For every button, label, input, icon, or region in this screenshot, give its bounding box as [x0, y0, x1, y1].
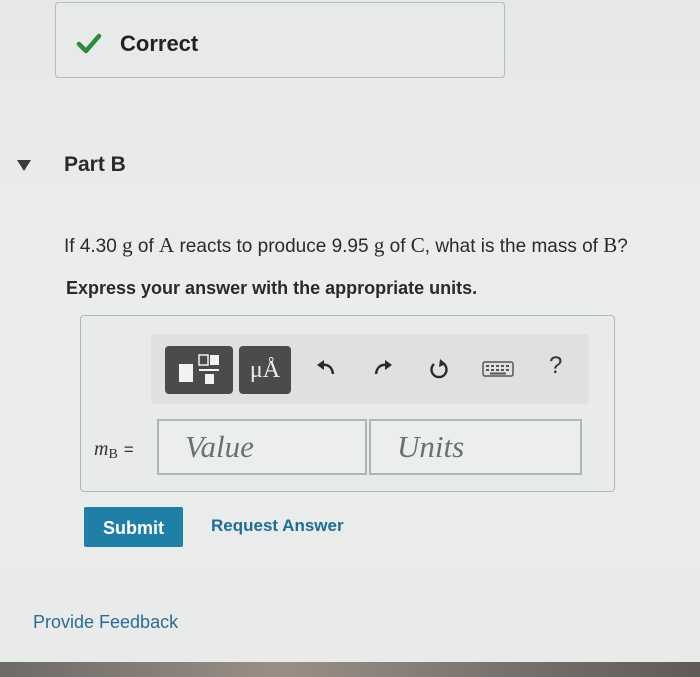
question-text-6: ? — [617, 236, 628, 257]
variable-m: m — [94, 438, 109, 460]
provide-feedback-link[interactable]: Provide Feedback — [33, 612, 178, 633]
question-text-1: If 4.30 — [64, 236, 117, 257]
answer-variable-label: mB = — [94, 438, 134, 463]
value-input[interactable] — [157, 419, 367, 475]
templates-button[interactable] — [165, 346, 233, 394]
submit-button[interactable]: Submit — [84, 507, 183, 547]
correct-label: Correct — [120, 31, 199, 56]
part-title[interactable]: Part B — [64, 153, 126, 177]
compound-c: C — [410, 233, 425, 257]
question-text-2: of — [137, 236, 154, 257]
math-toolbar: μÅ ? — [151, 334, 589, 404]
unit-g-2: g — [373, 233, 385, 257]
question-text-4: of — [389, 236, 406, 257]
screen-bottom-edge — [0, 662, 700, 677]
check-icon — [76, 33, 102, 54]
equals-sign: = — [123, 440, 134, 459]
question-text-5: , what is the mass of — [424, 236, 598, 257]
reset-icon[interactable] — [428, 356, 450, 380]
instruction-text: Express your answer with the appropriate… — [66, 278, 478, 298]
unit-g-1: g — [122, 233, 133, 257]
templates-icon — [179, 354, 219, 384]
question-text: If 4.30 g of A reacts to produce 9.95 g … — [64, 233, 628, 258]
help-button[interactable]: ? — [549, 352, 562, 380]
question-text-3: reacts to produce 9.95 — [179, 236, 369, 257]
correct-feedback-box: Correct — [55, 2, 505, 78]
undo-icon[interactable] — [315, 356, 337, 380]
variable-subscript: B — [108, 447, 118, 462]
triangle-down-icon[interactable] — [16, 158, 32, 172]
compound-a: A — [159, 233, 175, 257]
units-input[interactable] — [369, 419, 582, 475]
redo-icon[interactable] — [372, 356, 394, 380]
keyboard-icon[interactable] — [481, 356, 515, 380]
request-answer-link[interactable]: Request Answer — [211, 516, 344, 536]
compound-b: B — [603, 233, 618, 257]
symbols-button[interactable]: μÅ — [239, 346, 291, 394]
